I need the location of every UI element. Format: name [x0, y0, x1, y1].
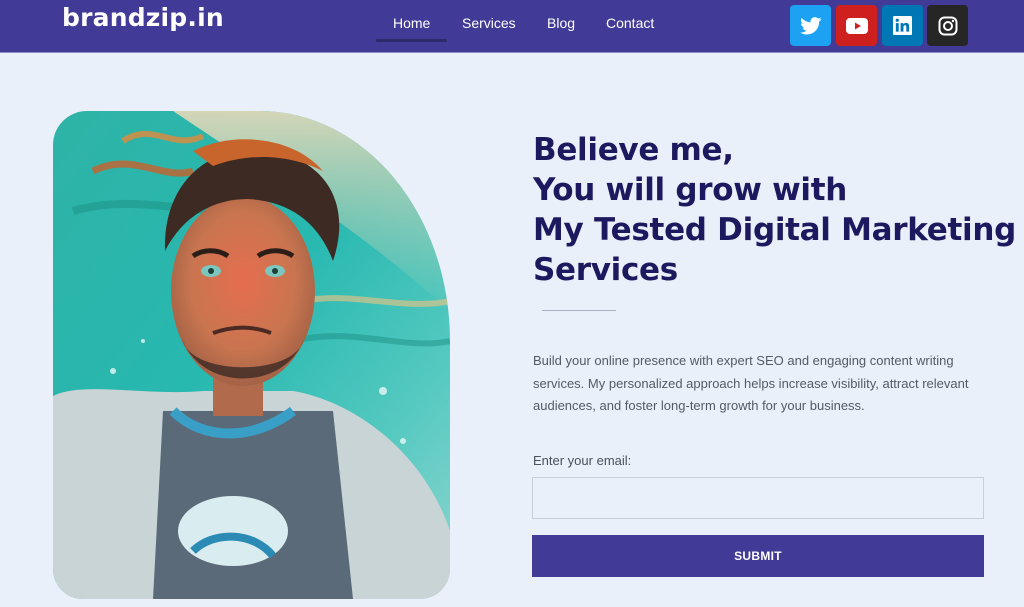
headline-line: Believe me, [533, 132, 734, 168]
submit-button[interactable]: SUBMIT [532, 535, 984, 577]
headline-line: You will grow with [533, 172, 848, 208]
linkedin-button[interactable] [882, 5, 923, 46]
youtube-button[interactable] [836, 5, 877, 46]
nav-item-home[interactable]: Home [375, 15, 448, 42]
nav-item-blog[interactable]: Blog [547, 15, 575, 31]
brand-logo[interactable]: brandzip.in [62, 3, 224, 32]
instagram-icon [938, 16, 957, 35]
youtube-icon [845, 17, 868, 34]
twitter-icon [799, 16, 821, 34]
portrait-illustration [53, 111, 450, 599]
headline-line: My Tested Digital Marketing [533, 212, 1016, 248]
instagram-button[interactable] [927, 5, 968, 46]
nav-item-contact[interactable]: Contact [606, 15, 654, 31]
twitter-button[interactable] [790, 5, 831, 46]
email-label: Enter your email: [533, 453, 632, 468]
hero-description: Build your online presence with expert S… [533, 353, 969, 413]
profile-photo [53, 111, 450, 599]
hero-headline: Believe me, You will grow with My Tested… [533, 130, 1016, 290]
headline-divider [542, 310, 616, 311]
nav-item-services[interactable]: Services [462, 15, 516, 31]
site-header: brandzip.in Home Services Blog Contact [0, 0, 1024, 53]
email-input[interactable] [532, 477, 984, 519]
headline-line: Services [533, 252, 678, 288]
linkedin-icon [893, 16, 912, 35]
